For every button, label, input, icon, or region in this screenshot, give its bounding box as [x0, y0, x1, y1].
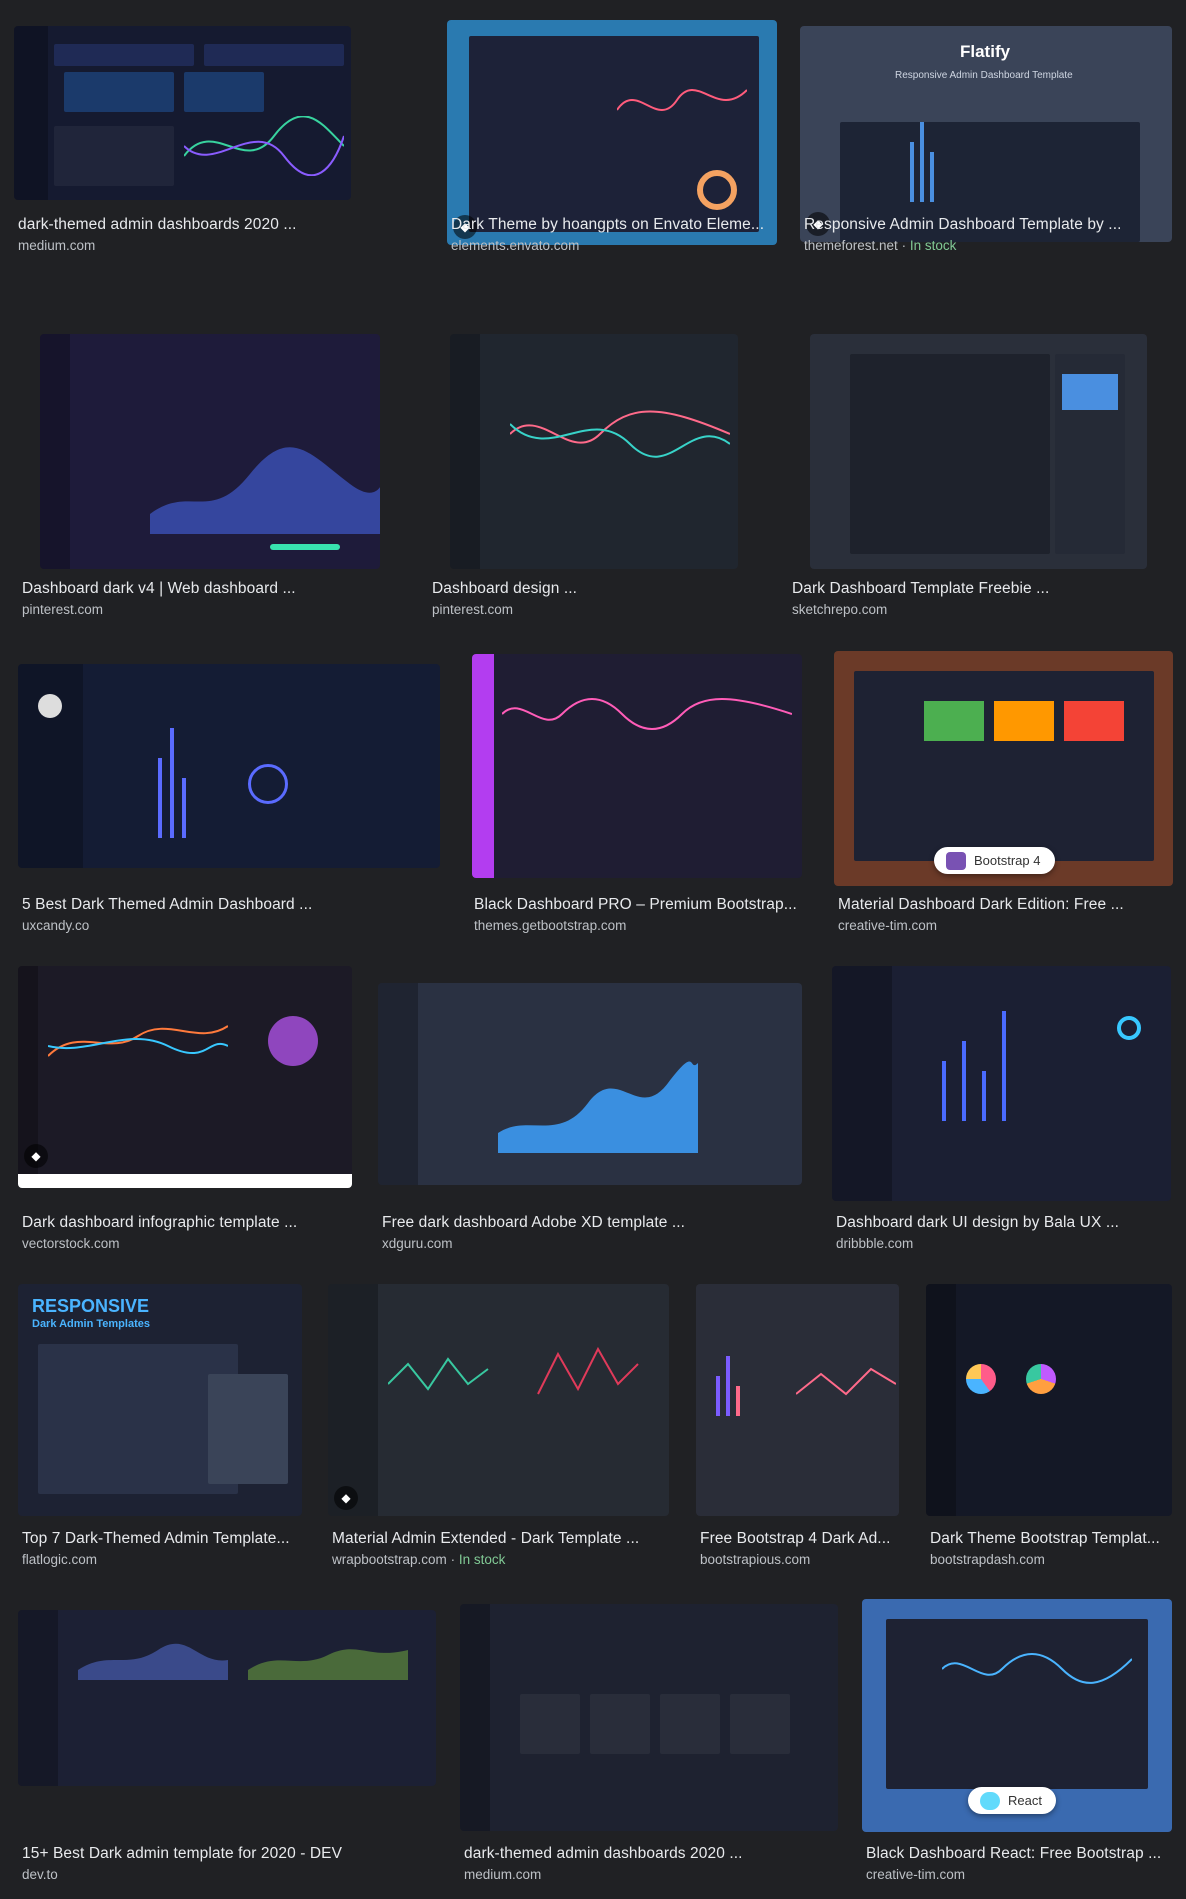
result-thumbnail[interactable]	[18, 664, 440, 868]
result-thumbnail[interactable]: React	[862, 1599, 1172, 1832]
result-title[interactable]: Free dark dashboard Adobe XD template ..…	[382, 1214, 685, 1232]
result-title[interactable]: Material Admin Extended - Dark Template …	[332, 1530, 639, 1548]
source-domain: wrapbootstrap.com	[332, 1552, 447, 1567]
result-thumbnail[interactable]: ◆	[447, 20, 777, 245]
result-card[interactable]: Dashboard dark v4 | Web dashboard ... pi…	[22, 334, 420, 624]
result-title[interactable]: Dashboard dark UI design by Bala UX ...	[836, 1214, 1119, 1232]
source-domain: themeforest.net	[804, 238, 898, 253]
result-title[interactable]: Responsive Admin Dashboard Template by .…	[804, 216, 1122, 234]
framework-badge: Bootstrap 4	[934, 847, 1055, 874]
result-card[interactable]: Dashboard design ... pinterest.com	[432, 334, 750, 624]
result-title[interactable]: Dark Dashboard Template Freebie ...	[792, 580, 1049, 598]
result-title[interactable]: Dark Theme Bootstrap Templat...	[930, 1530, 1160, 1548]
result-title[interactable]: Black Dashboard React: Free Bootstrap ..…	[866, 1845, 1161, 1863]
result-thumbnail[interactable]	[472, 654, 802, 878]
result-thumbnail[interactable]	[926, 1284, 1172, 1516]
result-thumbnail[interactable]: RESPONSIVE Dark Admin Templates	[18, 1284, 302, 1516]
result-card[interactable]: ◆ Dark Theme by hoangpts on Envato Eleme…	[447, 20, 777, 260]
result-thumbnail[interactable]	[696, 1284, 899, 1516]
result-card[interactable]: Flatify Responsive Admin Dashboard Templ…	[800, 26, 1175, 266]
result-source[interactable]: elements.envato.com	[451, 238, 579, 253]
result-thumbnail[interactable]	[810, 334, 1147, 569]
result-thumbnail[interactable]	[832, 966, 1171, 1201]
result-title[interactable]: dark-themed admin dashboards 2020 ...	[18, 216, 297, 234]
result-source[interactable]: themeforest.net · In stock	[804, 238, 956, 253]
framework-badge: React	[968, 1787, 1056, 1814]
result-title[interactable]: 5 Best Dark Themed Admin Dashboard ...	[22, 896, 312, 914]
result-card[interactable]: 15+ Best Dark admin template for 2020 - …	[18, 1610, 438, 1890]
result-title[interactable]: Dark dashboard infographic template ...	[22, 1214, 297, 1232]
result-title[interactable]: Black Dashboard PRO – Premium Bootstrap.…	[474, 896, 797, 914]
result-thumbnail[interactable]	[460, 1604, 838, 1831]
result-source[interactable]: medium.com	[464, 1867, 541, 1882]
result-source[interactable]: wrapbootstrap.com · In stock	[332, 1552, 505, 1567]
result-source[interactable]: vectorstock.com	[22, 1236, 120, 1251]
result-card[interactable]: 5 Best Dark Themed Admin Dashboard ... u…	[18, 664, 448, 944]
result-card[interactable]: React Black Dashboard React: Free Bootst…	[862, 1599, 1178, 1890]
bootstrap-logo-icon	[946, 852, 966, 870]
result-source[interactable]: dribbble.com	[836, 1236, 913, 1251]
stock-status: In stock	[909, 238, 957, 253]
result-source[interactable]: pinterest.com	[22, 602, 103, 617]
result-card[interactable]: Dark Dashboard Template Freebie ... sket…	[792, 334, 1180, 624]
result-card[interactable]: ◆ Dark dashboard infographic template ..…	[18, 966, 378, 1256]
result-thumbnail[interactable]: ◆	[18, 966, 352, 1188]
result-thumbnail[interactable]	[18, 1610, 436, 1786]
result-card[interactable]: ◆ Material Admin Extended - Dark Templat…	[328, 1284, 678, 1574]
result-title[interactable]: Material Dashboard Dark Edition: Free ..…	[838, 896, 1124, 914]
result-thumbnail[interactable]	[378, 983, 802, 1185]
result-card[interactable]: dark-themed admin dashboards 2020 ... me…	[460, 1604, 840, 1890]
result-source[interactable]: creative-tim.com	[838, 918, 937, 933]
result-thumbnail[interactable]	[450, 334, 738, 569]
separator: ·	[897, 238, 910, 253]
result-source[interactable]: uxcandy.co	[22, 918, 89, 933]
result-source[interactable]: xdguru.com	[382, 1236, 453, 1251]
result-thumbnail[interactable]: Flatify Responsive Admin Dashboard Templ…	[800, 26, 1172, 242]
result-card[interactable]: Free dark dashboard Adobe XD template ..…	[378, 983, 808, 1256]
badge-label: React	[1008, 1793, 1042, 1808]
result-source[interactable]: creative-tim.com	[866, 1867, 965, 1882]
thumbnail-subheading: Responsive Admin Dashboard Template	[895, 70, 1073, 81]
result-thumbnail[interactable]	[40, 334, 380, 569]
result-source[interactable]: flatlogic.com	[22, 1552, 97, 1567]
result-card[interactable]: RESPONSIVE Dark Admin Templates Top 7 Da…	[18, 1284, 308, 1574]
react-logo-icon	[980, 1792, 1000, 1810]
result-card[interactable]: Dashboard dark UI design by Bala UX ... …	[832, 966, 1177, 1256]
result-title[interactable]: dark-themed admin dashboards 2020 ...	[464, 1845, 743, 1863]
thumbnail-subheading: Dark Admin Templates	[32, 1318, 150, 1330]
result-title[interactable]: Dashboard dark v4 | Web dashboard ...	[22, 580, 296, 598]
result-source[interactable]: pinterest.com	[432, 602, 513, 617]
result-title[interactable]: Free Bootstrap 4 Dark Ad...	[700, 1530, 891, 1548]
result-title[interactable]: Dark Theme by hoangpts on Envato Eleme..…	[451, 216, 764, 234]
result-title[interactable]: Top 7 Dark-Themed Admin Template...	[22, 1530, 290, 1548]
product-tag-icon: ◆	[24, 1144, 48, 1168]
thumbnail-heading: Flatify	[960, 42, 1011, 61]
result-thumbnail[interactable]	[14, 26, 351, 200]
separator: ·	[446, 1552, 459, 1567]
result-card[interactable]: Black Dashboard PRO – Premium Bootstrap.…	[472, 654, 812, 944]
result-title[interactable]: 15+ Best Dark admin template for 2020 - …	[22, 1845, 342, 1863]
result-card[interactable]: Bootstrap 4 Material Dashboard Dark Edit…	[834, 651, 1174, 944]
result-source[interactable]: themes.getbootstrap.com	[474, 918, 626, 933]
result-title[interactable]: Dashboard design ...	[432, 580, 577, 598]
stock-status: In stock	[458, 1552, 506, 1567]
result-source[interactable]: dev.to	[22, 1867, 58, 1882]
result-source[interactable]: bootstrapious.com	[700, 1552, 810, 1567]
result-card[interactable]: Free Bootstrap 4 Dark Ad... bootstrapiou…	[696, 1284, 906, 1574]
result-thumbnail[interactable]: Bootstrap 4	[834, 651, 1173, 886]
result-card[interactable]: dark-themed admin dashboards 2020 ... me…	[14, 26, 354, 266]
result-card[interactable]: Dark Theme Bootstrap Templat... bootstra…	[926, 1284, 1176, 1574]
thumbnail-heading: RESPONSIVE	[32, 1296, 150, 1316]
result-source[interactable]: medium.com	[18, 238, 95, 253]
result-source[interactable]: bootstrapdash.com	[930, 1552, 1045, 1567]
badge-label: Bootstrap 4	[974, 853, 1041, 868]
result-thumbnail[interactable]: ◆	[328, 1284, 669, 1516]
product-tag-icon: ◆	[334, 1486, 358, 1510]
result-source[interactable]: sketchrepo.com	[792, 602, 887, 617]
